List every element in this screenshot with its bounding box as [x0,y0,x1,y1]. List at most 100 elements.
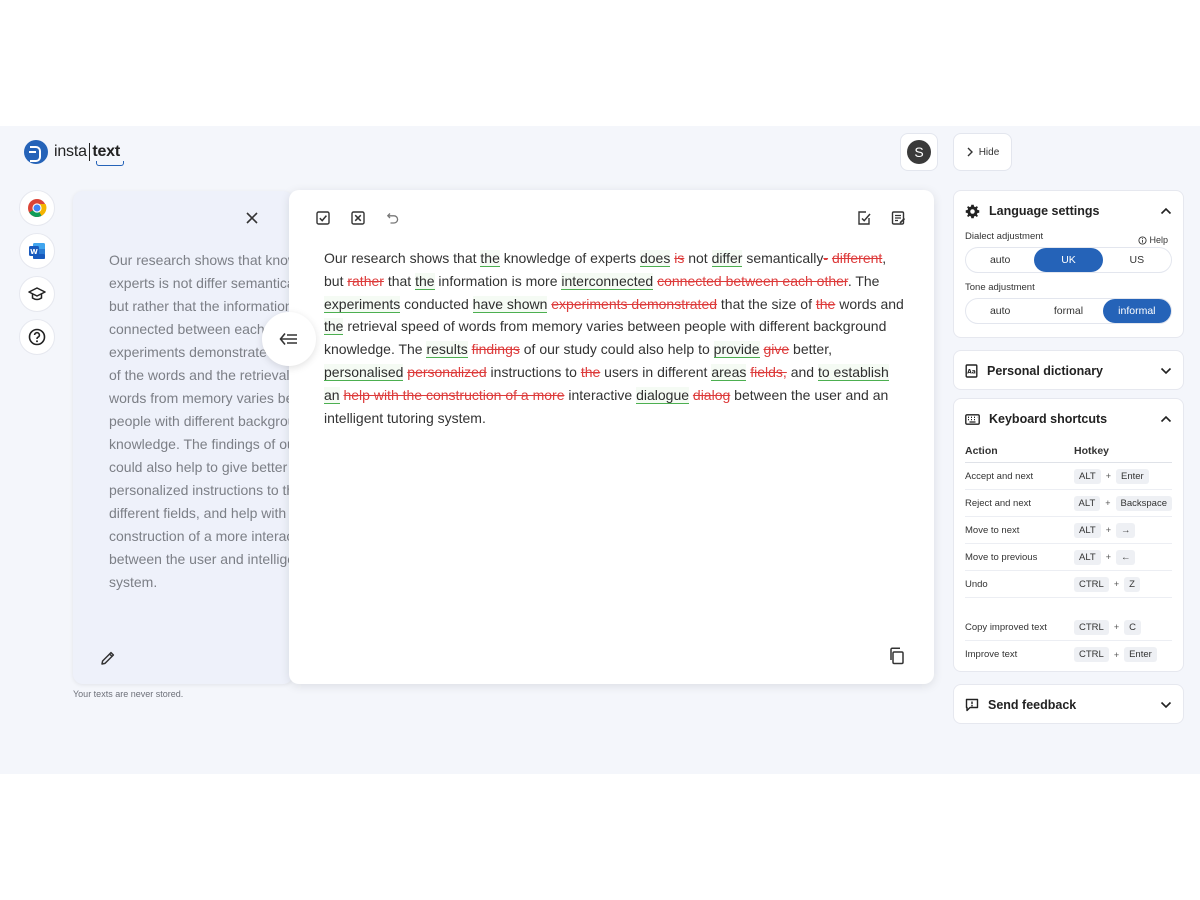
suggested-deletion[interactable]: dialog [693,387,730,403]
question-circle-icon [28,328,46,346]
svg-text:Aa: Aa [967,369,976,376]
learn-button[interactable] [19,276,55,312]
logo-text-right: text [92,143,124,166]
dialect-selector: auto UK US [965,247,1172,273]
key-cap: ALT [1074,549,1101,565]
personal-dictionary-header[interactable]: Aa Personal dictionary [954,351,1183,391]
document-edit-icon [891,211,906,225]
text-segment: knowledge of experts [499,250,640,266]
suggested-insertion[interactable]: areas [711,363,747,381]
undo-button[interactable] [383,208,403,228]
text-segment: words and [835,295,904,312]
suggested-deletion[interactable]: personalized [407,364,486,380]
shortcut-row: Improve text CTRL + Enter [965,641,1172,668]
suggested-deletion[interactable]: help with the construction of a more [343,387,564,403]
key-plus: + [1105,525,1111,535]
suggested-insertion[interactable]: the [415,272,435,290]
suggested-insertion[interactable]: results [426,341,468,359]
suggested-insertion[interactable]: experiments [324,295,401,313]
dialect-option-us[interactable]: US [1103,248,1171,272]
suggested-insertion[interactable]: differ [711,250,743,267]
key-cap: CTRL [1074,647,1109,662]
accept-all-button[interactable] [313,208,333,228]
shortcuts-table-header: Action Hotkey [965,439,1172,463]
text-segment: not [684,250,712,266]
text-summary-button[interactable] [888,208,908,228]
shortcut-action: Accept and next [965,470,1034,482]
close-icon[interactable] [243,209,261,227]
suggested-insertion[interactable]: the [324,318,344,336]
suggested-insertion[interactable]: have shown [472,295,548,313]
text-segment: and [786,363,818,380]
chevron-right-icon [967,147,973,157]
logo-icon [24,140,48,164]
suggested-insertion[interactable]: personalised [324,363,404,381]
suggested-deletion[interactable]: different [832,250,882,266]
pencil-icon[interactable] [99,649,117,667]
chevron-down-icon [1160,701,1172,709]
improved-text[interactable]: Our research shows that the knowledge of… [324,247,904,429]
suggested-deletion[interactable]: connected between each other [657,273,848,289]
app-root: insta text S Hide W Our research shows t… [0,126,1200,774]
text-segment: that [383,272,416,289]
suggested-deletion[interactable]: is [674,250,684,266]
tone-option-auto[interactable]: auto [966,299,1034,323]
text-segment: information is more [434,272,562,289]
document-check-icon [858,211,871,225]
logo[interactable]: insta text [24,140,124,166]
text-segment: semantically [742,250,824,266]
original-text: Our research shows that knowledge of exp… [109,252,293,590]
language-settings-header[interactable]: Language settings [954,191,1183,231]
shortcut-action: Improve text [965,649,1018,660]
help-button[interactable] [19,319,55,355]
suggested-deletion[interactable]: experiments demonstrated [551,296,717,312]
tone-option-formal[interactable]: formal [1034,299,1102,323]
reject-all-button[interactable] [348,208,368,228]
shortcut-row: Move to previous ALT + ← [965,544,1172,571]
text-segment: better, [789,341,832,358]
check-document-button[interactable] [854,208,874,228]
improved-text-editor: Our research shows that the knowledge of… [289,190,934,684]
word-icon: W [29,243,45,259]
key-cap: Backspace [1115,495,1172,511]
suggested-deletion[interactable]: findings [472,341,520,357]
key-plus: + [1113,649,1120,660]
chrome-extension-button[interactable] [19,190,55,226]
dialect-option-auto[interactable]: auto [966,248,1034,272]
suggested-insertion[interactable]: provide [713,341,760,359]
chevron-up-icon [1160,415,1172,423]
suggested-deletion[interactable]: the [581,364,600,380]
key-plus: + [1105,498,1111,508]
keyboard-shortcuts-header[interactable]: Keyboard shortcuts [954,399,1183,439]
checkbox-x-icon [351,211,365,225]
suggested-deletion[interactable]: rather [347,273,384,289]
dialect-option-uk[interactable]: UK [1034,248,1103,272]
suggested-insertion[interactable]: does [639,250,671,267]
word-addin-button[interactable]: W [19,233,55,269]
tone-selector: auto formal informal [965,298,1172,324]
help-label: Help [1149,235,1168,245]
shortcut-action: Reject and next [965,497,1032,509]
suggested-deletion[interactable]: the [816,296,835,312]
tone-option-informal[interactable]: informal [1102,299,1171,323]
hotkey-column-header: Hotkey [1074,444,1110,457]
user-avatar-button[interactable]: S [900,133,938,171]
suggested-insertion[interactable]: interconnected [561,272,654,290]
collapse-original-button[interactable] [262,312,316,366]
hide-button[interactable]: Hide [953,133,1012,171]
suggested-insertion[interactable]: dialogue [636,386,690,404]
text-segment: users in different [600,363,712,380]
shortcut-row: Copy improved text CTRL + C [965,614,1172,641]
shortcut-action: Copy improved text [965,621,1047,633]
shortcut-row: Accept and next ALT + Enter [965,463,1172,490]
key-cap: Z [1124,576,1140,592]
graduation-cap-icon [28,287,46,301]
suggested-deletion[interactable]: give [763,341,789,357]
key-cap: Enter [1115,468,1149,484]
suggested-deletion[interactable]: fields, [750,364,787,380]
undo-icon [386,213,399,224]
copy-icon[interactable] [887,646,907,666]
suggested-insertion[interactable]: the [480,250,500,267]
help-link[interactable]: Help [1138,235,1168,245]
send-feedback-header[interactable]: Send feedback [954,685,1183,725]
